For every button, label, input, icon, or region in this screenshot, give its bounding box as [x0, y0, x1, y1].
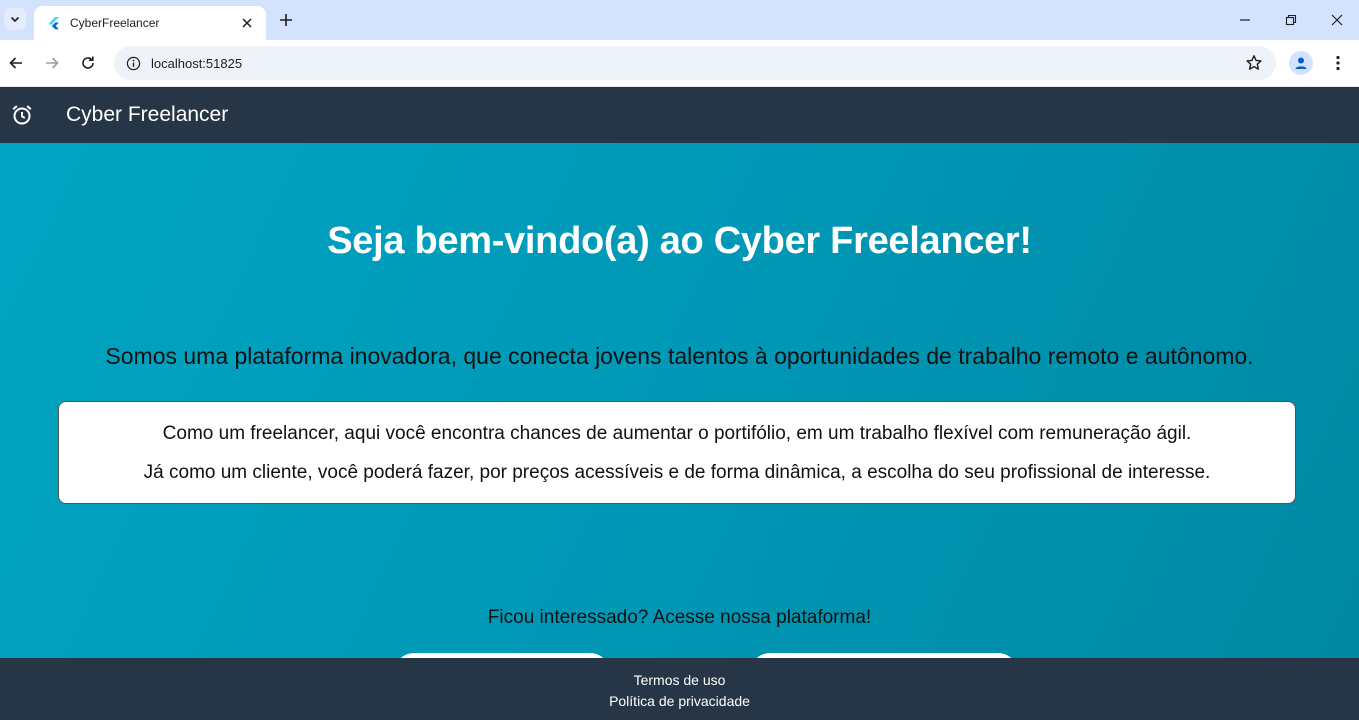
reload-button[interactable] [74, 49, 102, 77]
flutter-icon [46, 15, 62, 31]
browser-toolbar: localhost:51825 [0, 40, 1359, 87]
site-info-icon[interactable] [124, 54, 142, 72]
close-icon [1331, 14, 1343, 26]
reload-icon [82, 56, 94, 69]
person-icon [1295, 57, 1307, 69]
url-text[interactable]: localhost:51825 [151, 56, 1240, 71]
bookmark-star-icon[interactable] [1240, 49, 1268, 77]
tab-title: CyberFreelancer [70, 16, 160, 30]
address-bar[interactable]: localhost:51825 [114, 46, 1276, 80]
info-line-client: Já como um cliente, você poderá fazer, p… [143, 462, 1211, 483]
arrow-right-icon [46, 57, 59, 69]
info-line-freelancer: Como um freelancer, aqui você encontra c… [162, 423, 1192, 444]
more-vertical-icon [1336, 55, 1340, 71]
browser-tab[interactable]: CyberFreelancer [34, 6, 266, 40]
terms-of-use-link[interactable]: Termos de uso [0, 670, 1359, 691]
tab-search-button[interactable] [4, 8, 26, 30]
minimize-button[interactable] [1230, 5, 1260, 35]
tab-close-button[interactable] [238, 14, 256, 32]
close-icon [242, 18, 252, 28]
main-content: Seja bem-vindo(a) ao Cyber Freelancer! S… [0, 143, 1359, 658]
close-window-button[interactable] [1322, 5, 1352, 35]
back-button[interactable] [2, 49, 30, 77]
arrow-left-icon [9, 57, 22, 69]
app-title: Cyber Freelancer [66, 103, 229, 126]
plus-icon [280, 14, 292, 26]
welcome-heading: Seja bem-vindo(a) ao Cyber Freelancer! [327, 220, 1032, 262]
browser-tab-strip: CyberFreelancer [0, 0, 1359, 40]
forward-button[interactable] [38, 49, 66, 77]
app-bar: Cyber Freelancer [0, 87, 1359, 143]
chevron-down-icon [10, 16, 20, 23]
footer: Termos de uso Política de privacidade [0, 658, 1359, 720]
cta-text: Ficou interessado? Acesse nossa platafor… [487, 607, 872, 628]
restore-button[interactable] [1276, 5, 1306, 35]
new-tab-button[interactable] [274, 9, 298, 31]
info-card: Como um freelancer, aqui você encontra c… [58, 401, 1296, 504]
restore-icon [1285, 14, 1297, 26]
browser-menu-button[interactable] [1326, 49, 1350, 77]
privacy-policy-link[interactable]: Política de privacidade [0, 691, 1359, 712]
alarm-clock-icon[interactable] [10, 103, 34, 127]
tagline-text: Somos uma plataforma inovadora, que cone… [105, 343, 1254, 369]
minimize-icon [1240, 19, 1250, 21]
profile-avatar[interactable] [1289, 51, 1313, 75]
